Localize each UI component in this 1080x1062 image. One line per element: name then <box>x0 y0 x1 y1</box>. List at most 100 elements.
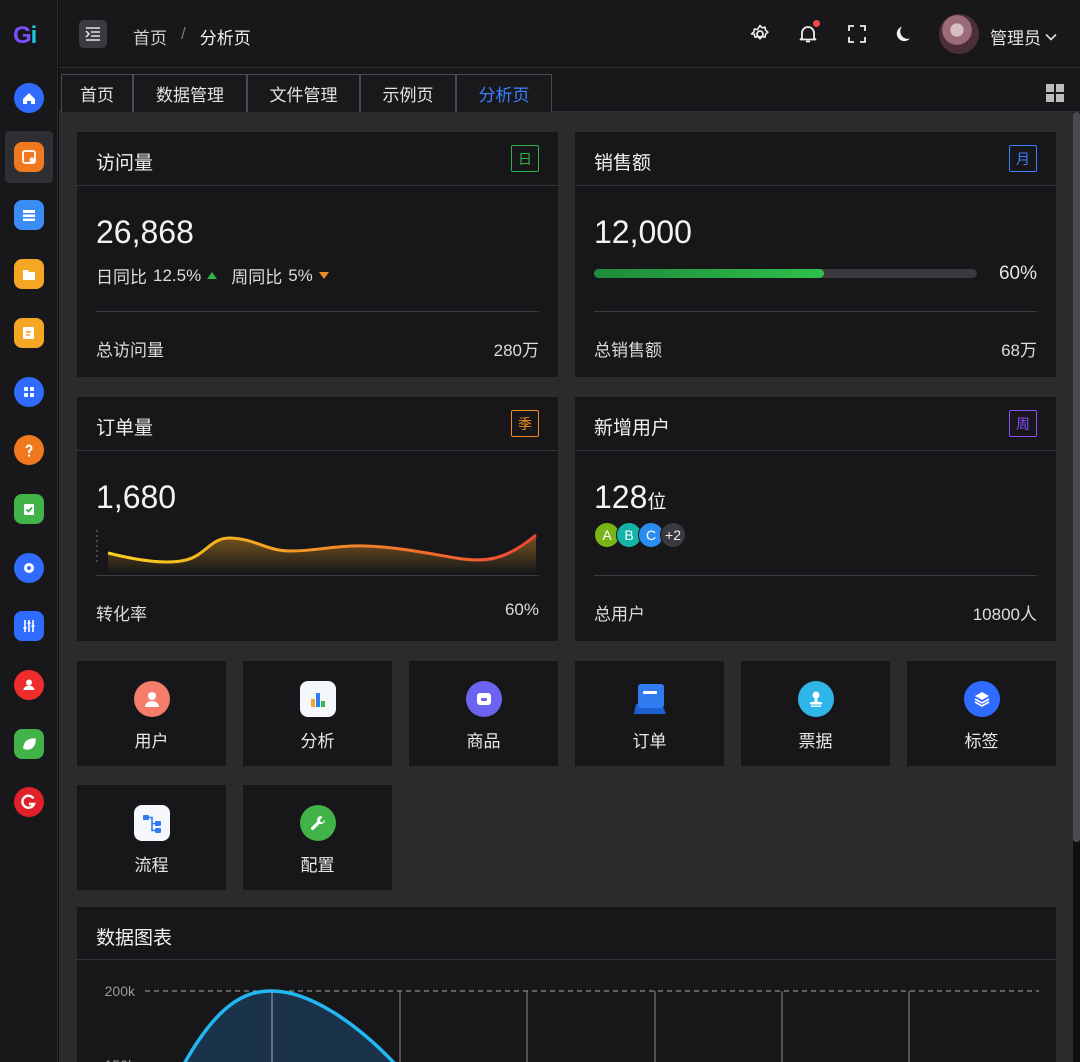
avatar[interactable] <box>939 14 979 54</box>
card-title: 销售额 <box>594 153 652 174</box>
tab-file-management[interactable]: 文件管理 <box>247 74 360 112</box>
sidebar-item-leaf[interactable] <box>5 718 53 770</box>
week-ratio-label: 周同比 <box>231 268 283 287</box>
card-title: 新增用户 <box>594 418 671 439</box>
sidebar-item-edit-form[interactable] <box>5 307 53 359</box>
tab-menu-button[interactable] <box>1046 84 1064 102</box>
orders-card: 订单量 季 1,680 转化率 60% <box>77 397 558 641</box>
sidebar-item-user[interactable] <box>5 659 53 711</box>
shortcut-order[interactable]: 订单 <box>575 661 724 766</box>
shortcut-label: 标签 <box>964 732 999 751</box>
clipboard-check-icon <box>14 493 44 524</box>
sidebar-item-table[interactable] <box>5 189 53 241</box>
orders-sparkline <box>96 530 537 573</box>
card-title: 访问量 <box>96 153 154 174</box>
total-sales-value: 68万 <box>1001 341 1037 360</box>
user-menu[interactable]: 管理员 <box>990 24 1057 49</box>
bell-icon <box>799 26 817 43</box>
shortcut-analysis[interactable]: 分析 <box>243 661 392 766</box>
conversion-label: 转化率 <box>96 605 147 624</box>
sales-progress-text: 60% <box>998 263 1037 284</box>
tab-example[interactable]: 示例页 <box>360 74 456 112</box>
folder-icon <box>14 259 44 290</box>
period-tag: 月 <box>1009 145 1037 172</box>
sales-progress-fill <box>594 269 824 278</box>
sidebar-item-sliders[interactable] <box>5 600 53 652</box>
shortcut-label: 配置 <box>300 856 335 875</box>
breadcrumb-current: 分析页 <box>199 29 251 48</box>
shop-icon <box>465 681 502 717</box>
sidebar-item-home[interactable] <box>5 72 53 124</box>
period-tag: 周 <box>1009 410 1037 437</box>
conversion-value: 60% <box>504 600 539 619</box>
shortcut-config[interactable]: 配置 <box>243 785 392 890</box>
theme-toggle-button[interactable] <box>893 22 917 46</box>
y-tick-label: 200k <box>105 983 136 999</box>
shortcut-tag[interactable]: 标签 <box>907 661 1056 766</box>
scrollbar[interactable] <box>1073 112 1080 842</box>
sidebar-item-settings[interactable] <box>5 542 53 594</box>
chevron-down-icon <box>1045 33 1057 41</box>
day-ratio-value: 12.5% <box>153 265 202 285</box>
ratio-row: 日同比 12.5% 周同比 5% <box>96 263 329 288</box>
visits-value: 26,868 <box>96 214 194 250</box>
sidebar-item-apps[interactable] <box>5 366 53 418</box>
shortcut-user[interactable]: 用户 <box>77 661 226 766</box>
wrench-icon <box>299 805 336 841</box>
shortcut-label: 用户 <box>134 732 169 751</box>
orders-value: 1,680 <box>96 479 177 515</box>
user-name: 管理员 <box>990 29 1041 48</box>
leaf-icon <box>14 728 44 759</box>
week-ratio-value: 5% <box>288 265 313 285</box>
brand-g-icon <box>14 787 44 818</box>
sales-card: 销售额 月 12,000 60% 总销售额 68万 <box>575 132 1056 377</box>
sidebar-item-folder[interactable] <box>5 248 53 300</box>
notifications-button[interactable] <box>796 20 820 46</box>
total-users-label: 总用户 <box>594 605 645 624</box>
total-sales-label: 总销售额 <box>594 341 662 360</box>
shortcut-label: 订单 <box>632 732 667 751</box>
day-ratio-label: 日同比 <box>96 268 147 287</box>
tab-data-management[interactable]: 数据管理 <box>133 74 247 112</box>
data-chart-card: 数据图表 200k 150k <box>77 907 1056 1062</box>
shortcut-flow[interactable]: 流程 <box>77 785 226 890</box>
fullscreen-icon <box>848 25 866 43</box>
sidebar-item-clipboard-check[interactable] <box>5 483 53 535</box>
shortcut-ticket[interactable]: 票据 <box>741 661 890 766</box>
sliders-icon <box>14 611 44 642</box>
shortcut-label: 流程 <box>134 856 169 875</box>
tab-home[interactable]: 首页 <box>61 74 133 112</box>
collapse-menu-button[interactable] <box>79 20 107 48</box>
shortcut-product[interactable]: 商品 <box>409 661 558 766</box>
fullscreen-button[interactable] <box>845 22 869 46</box>
table-icon <box>14 200 44 231</box>
menu-fold-icon <box>85 27 100 41</box>
sidebar-item-brand-g[interactable] <box>5 776 53 828</box>
tab-bar: 首页 数据管理 文件管理 示例页 分析页 <box>59 68 1080 112</box>
trend-up-icon <box>207 272 218 279</box>
breadcrumb-home[interactable]: 首页 <box>133 24 167 49</box>
user-icon <box>14 670 44 700</box>
moon-icon <box>896 26 910 42</box>
tab-analysis[interactable]: 分析页 <box>456 74 552 112</box>
breadcrumb-separator: / <box>181 24 186 43</box>
app-logo[interactable]: Gi <box>13 22 45 49</box>
dashboard-icon <box>14 141 44 172</box>
shortcut-label: 票据 <box>798 732 833 751</box>
top-header: 首页 / 分析页 管理员 <box>59 0 1080 68</box>
apps-icon <box>14 376 44 407</box>
bar-chart-icon <box>299 681 336 717</box>
data-chart: 200k 150k <box>105 983 1039 1062</box>
main-content: 访问量 日 26,868 日同比 12.5% 周同比 5% 总访问量 280万 … <box>59 112 1073 1062</box>
sidebar-item-question[interactable] <box>5 424 53 476</box>
sidebar-item-dashboard[interactable] <box>5 130 53 183</box>
chart-title: 数据图表 <box>96 928 173 949</box>
sales-value: 12,000 <box>594 214 692 250</box>
period-tag: 季 <box>511 410 539 437</box>
settings-button[interactable] <box>748 22 772 46</box>
period-tag: 日 <box>511 145 539 172</box>
order-icon <box>632 681 668 717</box>
notification-dot <box>813 20 820 27</box>
y-tick-label: 150k <box>105 1057 136 1062</box>
layers-icon <box>963 681 1000 717</box>
